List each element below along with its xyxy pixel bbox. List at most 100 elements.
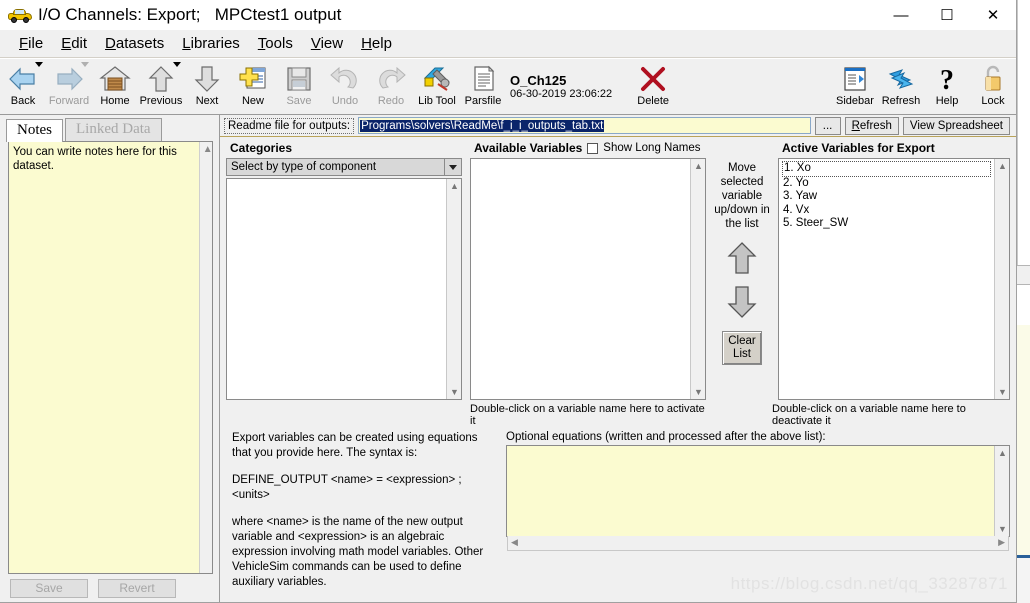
notes-textarea[interactable]: You can write notes here for this datase… bbox=[9, 142, 199, 573]
toolbar-button-home[interactable]: Home bbox=[92, 61, 138, 114]
help-paragraph-3: where <name> is the name of the new outp… bbox=[232, 516, 484, 588]
categories-select[interactable]: Select by type of component bbox=[226, 158, 462, 176]
floppy-disk-icon bbox=[283, 64, 315, 94]
categories-selected-value: Select by type of component bbox=[231, 161, 377, 173]
scroll-up-icon[interactable]: ▲ bbox=[995, 446, 1010, 460]
toolbar-button-new[interactable]: New bbox=[230, 61, 276, 114]
forward-dropdown-caret[interactable] bbox=[81, 62, 89, 67]
tab-notes[interactable]: Notes bbox=[6, 119, 63, 142]
active-hint: Double-click on a variable name here to … bbox=[772, 403, 966, 427]
chevron-down-icon[interactable] bbox=[444, 159, 461, 175]
maximize-button[interactable]: ☐ bbox=[924, 0, 970, 30]
scroll-down-icon[interactable]: ▼ bbox=[447, 385, 462, 399]
menu-item-tools[interactable]: Tools bbox=[249, 32, 302, 55]
toolbar-button-lock[interactable]: Lock bbox=[970, 61, 1016, 114]
toolbar-button-back[interactable]: Back bbox=[0, 61, 46, 114]
toolbar-button-lib-tool[interactable]: Lib Tool bbox=[414, 61, 460, 114]
active-list-body: 1. Xo 2. Yo 3. Yaw 4. Vx 5. Steer_SW bbox=[779, 159, 994, 399]
scroll-right-icon[interactable]: ▶ bbox=[998, 537, 1005, 548]
toolbar-label-parsfile: Parsfile bbox=[464, 95, 502, 107]
toolbar-label-previous: Previous bbox=[139, 95, 183, 107]
hint-spacer-left bbox=[226, 403, 462, 427]
menu-item-libraries[interactable]: Libraries bbox=[173, 32, 249, 55]
car-icon bbox=[8, 6, 32, 24]
categories-listbox[interactable]: ▲ ▼ bbox=[226, 178, 462, 400]
toolbar-button-delete[interactable]: Delete bbox=[630, 61, 676, 114]
toolbar-label-save: Save bbox=[286, 95, 312, 107]
lower-area: Export variables can be created using eq… bbox=[220, 427, 1016, 602]
toolbar-button-help[interactable]: ? Help bbox=[924, 61, 970, 114]
scroll-left-icon[interactable]: ◀ bbox=[511, 537, 518, 548]
io-channels-export-window: I/O Channels: Export; MPCtest1 output — … bbox=[0, 0, 1017, 603]
toolbar-button-save[interactable]: Save bbox=[276, 61, 322, 114]
padlock-icon bbox=[977, 64, 1009, 94]
scroll-up-icon[interactable]: ▲ bbox=[995, 159, 1010, 173]
clear-list-button[interactable]: Clear List bbox=[722, 331, 762, 365]
notes-revert-button[interactable]: Revert bbox=[98, 578, 176, 598]
equations-hscrollbar[interactable]: ◀ ▶ bbox=[507, 536, 1009, 551]
toolbar-button-undo[interactable]: Undo bbox=[322, 61, 368, 114]
clear-list-label-1: Clear bbox=[728, 335, 756, 347]
back-dropdown-caret[interactable] bbox=[35, 62, 43, 67]
file-date: 06-30-2019 23:06:22 bbox=[510, 87, 613, 100]
toolbar-button-refresh[interactable]: Refresh bbox=[878, 61, 924, 114]
background-window-strip bbox=[1017, 0, 1030, 603]
previous-dropdown-caret[interactable] bbox=[173, 62, 181, 67]
readme-path-label: Readme file for outputs: bbox=[224, 117, 355, 134]
active-variables-listbox[interactable]: 1. Xo 2. Yo 3. Yaw 4. Vx 5. Steer_SW ▲ ▼ bbox=[778, 158, 1010, 400]
window-title: I/O Channels: Export; MPCtest1 output bbox=[38, 5, 342, 24]
toolbar-label-undo: Undo bbox=[331, 95, 359, 107]
menu-bar: File Edit Datasets Libraries Tools View … bbox=[0, 30, 1016, 58]
move-down-button[interactable] bbox=[727, 285, 757, 319]
menu-item-file[interactable]: File bbox=[10, 32, 52, 55]
list-item[interactable]: 2. Yo bbox=[782, 177, 991, 191]
equations-vscrollbar[interactable]: ▲ ▼ bbox=[994, 446, 1009, 536]
move-up-button[interactable] bbox=[727, 241, 757, 275]
notes-save-button[interactable]: Save bbox=[10, 578, 88, 598]
scroll-down-icon[interactable]: ▼ bbox=[995, 385, 1010, 399]
categories-scrollbar[interactable]: ▲ ▼ bbox=[446, 179, 461, 399]
arrow-down-icon bbox=[191, 64, 223, 94]
menu-item-datasets[interactable]: Datasets bbox=[96, 32, 173, 55]
menu-item-view[interactable]: View bbox=[302, 32, 352, 55]
available-list-body bbox=[471, 159, 690, 399]
menu-item-edit[interactable]: Edit bbox=[52, 32, 96, 55]
toolbar-button-sidebar[interactable]: Sidebar bbox=[832, 61, 878, 114]
notes-scrollbar[interactable]: ▲ bbox=[198, 142, 213, 573]
toolbar-label-back: Back bbox=[10, 95, 36, 107]
toolbar-button-redo[interactable]: Redo bbox=[368, 61, 414, 114]
scroll-up-icon[interactable]: ▲ bbox=[203, 144, 213, 155]
sidebar-icon bbox=[839, 64, 871, 94]
scroll-up-icon[interactable]: ▲ bbox=[447, 179, 462, 193]
menu-item-help[interactable]: Help bbox=[352, 32, 401, 55]
undo-arrow-icon bbox=[329, 64, 361, 94]
move-controls-column: Move selected variable up/down in the li… bbox=[712, 141, 772, 400]
view-spreadsheet-button[interactable]: View Spreadsheet bbox=[902, 116, 1010, 135]
toolbar-button-next[interactable]: Next bbox=[184, 61, 230, 114]
minimize-button[interactable]: — bbox=[878, 0, 924, 30]
available-scrollbar[interactable]: ▲ ▼ bbox=[690, 159, 705, 399]
scroll-down-icon[interactable]: ▼ bbox=[691, 385, 706, 399]
available-variables-listbox[interactable]: ▲ ▼ bbox=[470, 158, 706, 400]
list-item[interactable]: 3. Yaw bbox=[782, 190, 991, 204]
list-item[interactable]: 1. Xo bbox=[782, 161, 991, 177]
toolbar-button-forward[interactable]: Forward bbox=[46, 61, 92, 114]
toolbar-button-previous[interactable]: Previous bbox=[138, 61, 184, 114]
optional-equations-textarea[interactable] bbox=[507, 446, 994, 536]
list-item[interactable]: 5. Steer_SW bbox=[782, 217, 991, 231]
refresh-button[interactable]: Refresh bbox=[844, 116, 899, 135]
window-controls: — ☐ ✕ bbox=[878, 0, 1016, 30]
active-scrollbar[interactable]: ▲ ▼ bbox=[994, 159, 1009, 399]
toolbar-label-next: Next bbox=[195, 95, 219, 107]
scroll-up-icon[interactable]: ▲ bbox=[691, 159, 706, 173]
toolbar-button-parsfile[interactable]: Parsfile bbox=[460, 61, 506, 114]
close-button[interactable]: ✕ bbox=[970, 0, 1016, 30]
hint-spacer-mid bbox=[706, 403, 772, 427]
browse-button[interactable]: ... bbox=[814, 116, 841, 135]
show-long-names-checkbox[interactable] bbox=[587, 142, 599, 154]
tab-linked-data[interactable]: Linked Data bbox=[65, 118, 162, 141]
toolbar-label-redo: Redo bbox=[377, 95, 405, 107]
scroll-down-icon[interactable]: ▼ bbox=[995, 522, 1010, 536]
list-item[interactable]: 4. Vx bbox=[782, 204, 991, 218]
readme-path-input[interactable]: Programs\solvers\ReadMe\f_i_i_outputs_ta… bbox=[358, 117, 811, 134]
